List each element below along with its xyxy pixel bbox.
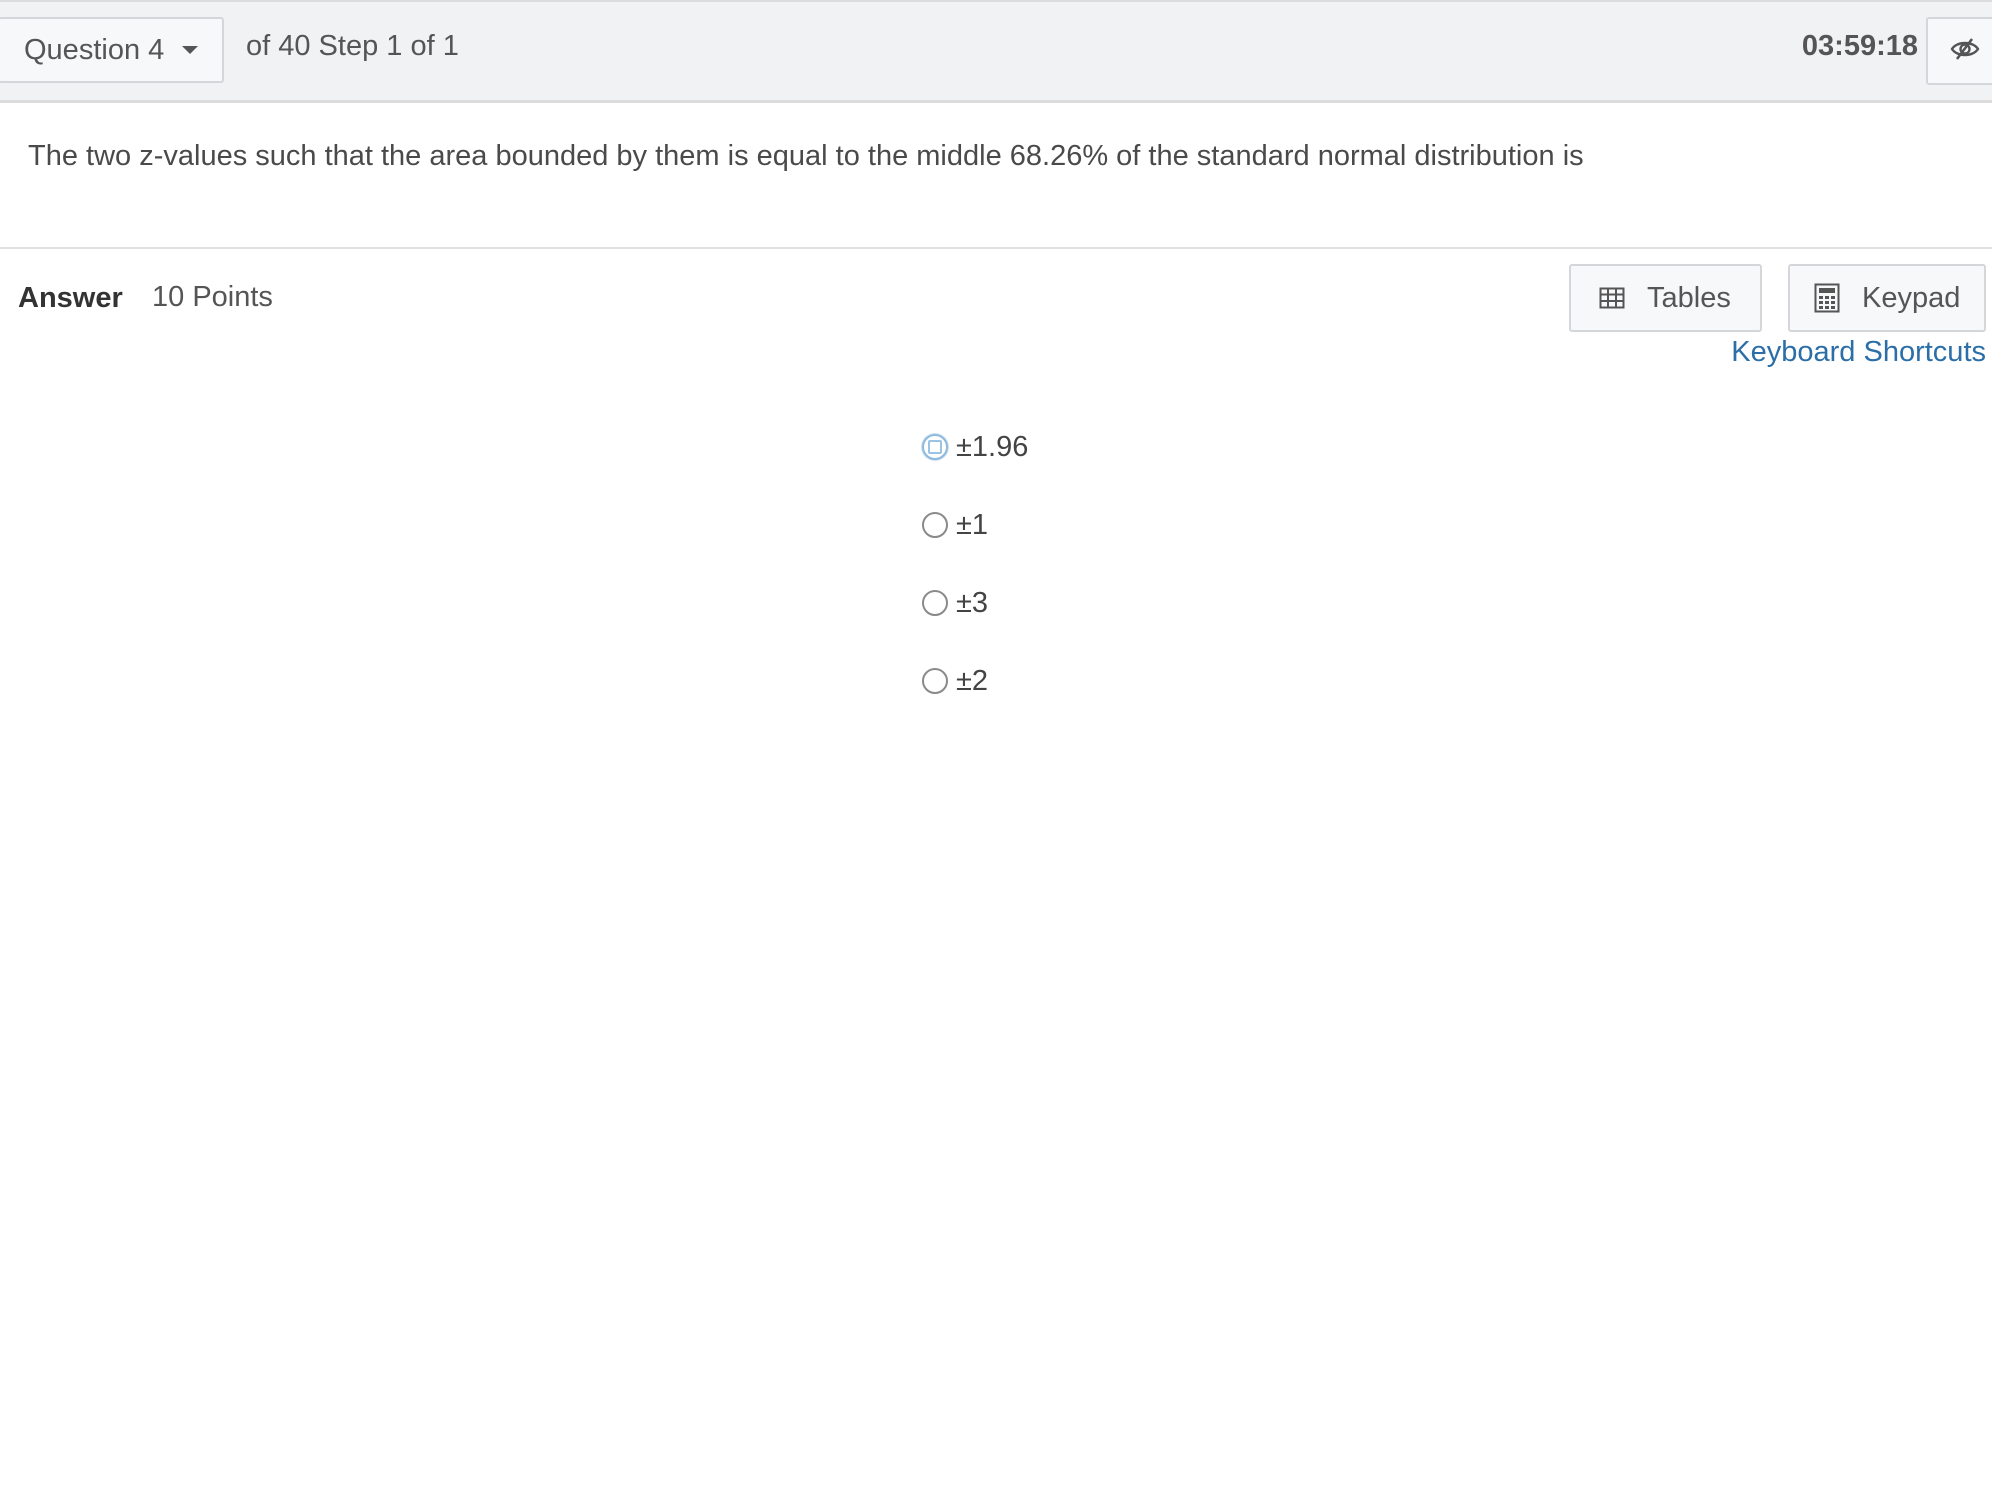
answer-options: ±1.96 ±1 ±3 ±2 <box>922 430 1028 742</box>
answer-option-label: ±2 <box>956 665 989 697</box>
keyboard-shortcuts-link[interactable]: Keyboard Shortcuts <box>1731 336 1986 369</box>
answer-option[interactable]: ±3 <box>922 586 1028 664</box>
calculator-icon <box>1814 283 1840 313</box>
tables-button-label: Tables <box>1647 281 1731 314</box>
answer-option[interactable]: ±1.96 <box>922 430 1028 508</box>
radio-button[interactable] <box>922 590 948 616</box>
answer-option[interactable]: ±1 <box>922 508 1028 586</box>
keypad-button[interactable]: Keypad <box>1788 264 1986 332</box>
radio-button[interactable] <box>922 668 948 694</box>
countdown-timer: 03:59:18 <box>1801 30 1918 62</box>
radio-button[interactable] <box>922 434 948 460</box>
answer-option-label: ±1 <box>956 509 989 541</box>
answer-label: Answer <box>18 282 123 314</box>
question-text: The two z-values such that the area boun… <box>28 140 1584 172</box>
eye-slash-icon <box>1950 37 1980 66</box>
radio-button[interactable] <box>922 512 948 538</box>
table-icon <box>1599 287 1625 309</box>
toggle-timer-visibility-button[interactable] <box>1926 17 1992 85</box>
divider <box>0 247 1992 249</box>
question-progress: of 40 Step 1 of 1 <box>246 30 459 62</box>
answer-option-label: ±1.96 <box>956 431 1029 463</box>
points-value: 10 Points <box>152 281 273 313</box>
tables-button[interactable]: Tables <box>1569 264 1762 332</box>
question-select-label: Question 4 <box>24 33 165 66</box>
caret-down-icon <box>182 46 199 54</box>
question-select-dropdown[interactable]: Question 4 <box>0 17 224 83</box>
answer-option[interactable]: ±2 <box>922 664 1028 742</box>
answer-option-label: ±3 <box>956 587 989 619</box>
top-bar: Question 4 of 40 Step 1 of 1 03:59:18 <box>0 0 1992 103</box>
keypad-button-label: Keypad <box>1862 281 1961 314</box>
